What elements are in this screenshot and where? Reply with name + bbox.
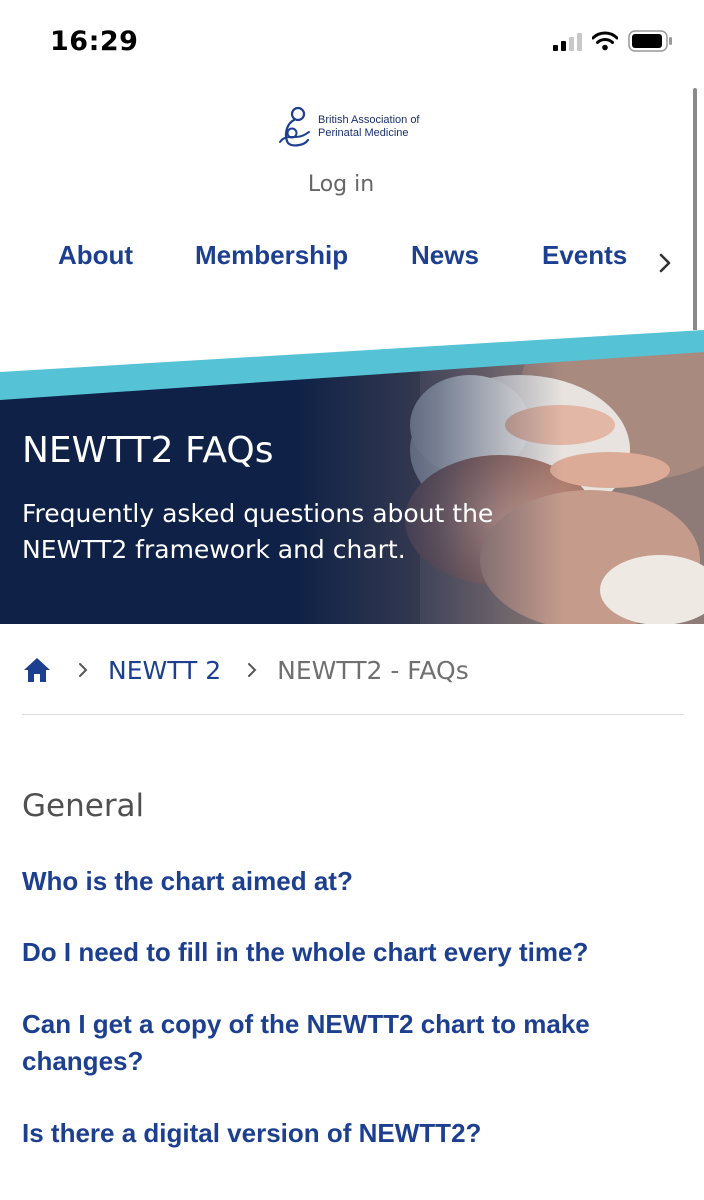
faq-link[interactable]: Can I get a copy of the NEWTT2 chart to … (22, 1006, 672, 1080)
chevron-right-icon[interactable] (656, 252, 674, 274)
breadcrumb-link-newtt2[interactable]: NEWTT 2 (108, 656, 221, 685)
logo-icon (279, 106, 310, 147)
status-bar: 16:29 (0, 0, 704, 86)
nav-item-membership[interactable]: Membership (195, 240, 348, 271)
signal-icon (553, 31, 582, 51)
main-nav: About Membership News Events (0, 240, 704, 280)
faq-link[interactable]: Who is the chart aimed at? (22, 863, 672, 900)
status-icons (553, 30, 674, 52)
battery-icon (628, 30, 672, 52)
logo-text: British Association of Perinatal Medicin… (318, 114, 420, 140)
nav-item-news[interactable]: News (411, 240, 479, 271)
chevron-right-icon (79, 663, 88, 677)
logo-line-2: Perinatal Medicine (318, 127, 409, 139)
scrollbar[interactable] (693, 88, 697, 336)
chevron-right-icon (248, 663, 257, 677)
breadcrumb: NEWTT 2 NEWTT2 - FAQs (22, 650, 684, 690)
home-icon[interactable] (22, 656, 52, 684)
divider (22, 714, 684, 715)
nav-item-events[interactable]: Events (542, 240, 627, 271)
logo-line-1: British Association of (318, 114, 420, 126)
faq-link[interactable]: Is there a digital version of NEWTT2? (22, 1115, 672, 1152)
wifi-icon (592, 31, 618, 51)
page-title: NEWTT2 FAQs (22, 430, 274, 471)
section-title: General (22, 788, 145, 824)
nav-item-about[interactable]: About (58, 240, 133, 271)
login-link[interactable]: Log in (0, 172, 682, 197)
faq-link[interactable]: Do I need to fill in the whole chart eve… (22, 934, 672, 971)
status-time: 16:29 (50, 26, 139, 57)
breadcrumb-current: NEWTT2 - FAQs (277, 655, 469, 685)
hero-banner (0, 330, 704, 624)
page-subtitle: Frequently asked questions about the NEW… (22, 499, 494, 564)
site-logo[interactable]: British Association of Perinatal Medicin… (276, 106, 420, 148)
